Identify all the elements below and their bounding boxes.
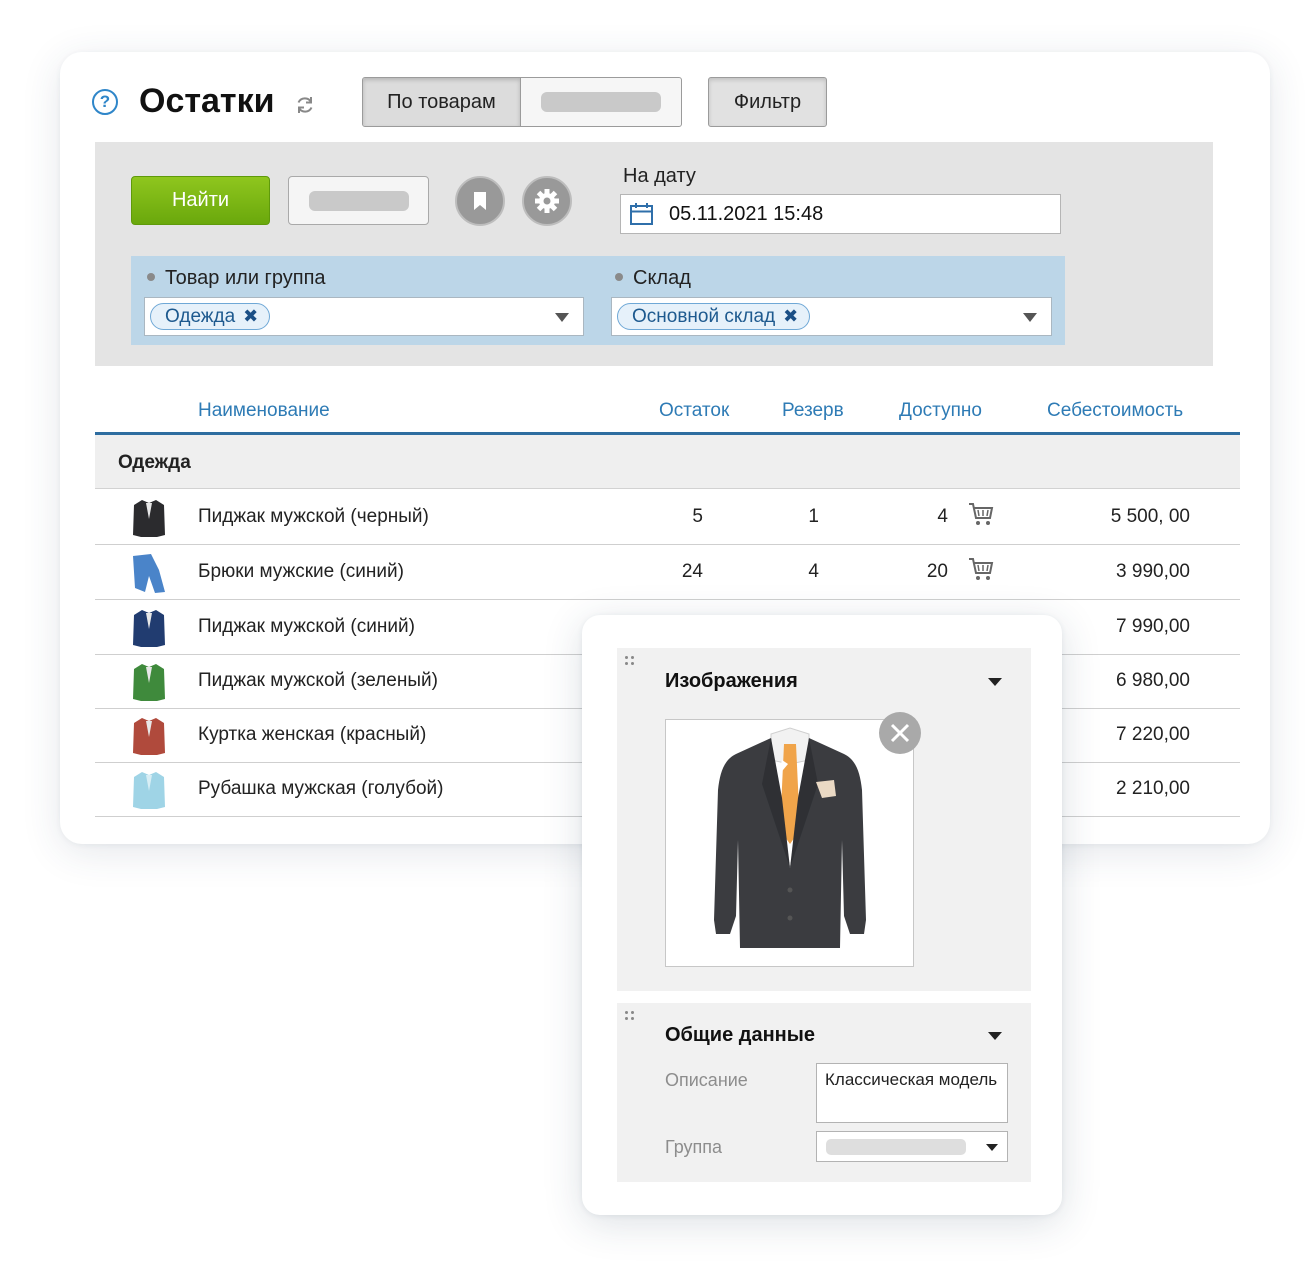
bookmark-button[interactable] (455, 176, 505, 226)
reserve-value: 4 (808, 561, 819, 582)
product-thumbnail (133, 554, 165, 593)
date-value: 05.11.2021 15:48 (669, 202, 824, 225)
stock-value: 5 (692, 506, 703, 527)
product-tag-label: Одежда (165, 305, 236, 327)
group-select[interactable] (816, 1131, 1008, 1162)
stock-value: 24 (681, 561, 703, 582)
cost-value: 5 500, 00 (1110, 506, 1190, 527)
page-title: Остатки (139, 82, 275, 120)
product-name[interactable]: Куртка женская (красный) (198, 724, 426, 746)
placeholder-bar (826, 1138, 966, 1155)
images-section: Изображения (617, 648, 1031, 991)
product-name[interactable]: Пиджак мужской (синий) (198, 616, 415, 638)
column-header-name[interactable]: Наименование (198, 400, 330, 422)
find-button[interactable]: Найти (131, 176, 270, 225)
cost-value: 3 990,00 (1116, 561, 1190, 582)
warehouse-tag: Основной склад ✖ (617, 303, 811, 330)
drag-handle-icon[interactable] (625, 1011, 635, 1021)
jacket-image (714, 727, 866, 948)
column-header-cost[interactable]: Себестоимость (1047, 400, 1183, 422)
cart-icon[interactable] (967, 555, 995, 583)
bookmark-icon (474, 192, 486, 210)
remove-tag-icon[interactable]: ✖ (783, 306, 798, 327)
secondary-button[interactable] (288, 176, 429, 225)
product-image[interactable] (665, 719, 914, 967)
product-group-select[interactable]: Одежда ✖ (144, 297, 584, 336)
table-row[interactable]: Пиджак мужской (черный) 5 1 4 5 500, 00 (95, 490, 1240, 545)
group-name: Одежда (118, 452, 191, 473)
filter-button[interactable]: Фильтр (708, 77, 827, 127)
chevron-down-icon[interactable] (555, 313, 569, 322)
group-row[interactable]: Одежда (95, 435, 1240, 489)
general-section: Общие данные Описание Классическая модел… (617, 1003, 1031, 1182)
column-header-reserve[interactable]: Резерв (782, 400, 844, 422)
product-thumbnail (133, 718, 165, 755)
gear-icon (535, 189, 559, 213)
chevron-down-icon[interactable] (986, 1144, 998, 1151)
placeholder-bar (308, 190, 409, 211)
settings-button[interactable] (522, 176, 572, 226)
cost-value: 7 220,00 (1116, 724, 1190, 745)
product-tag: Одежда ✖ (150, 303, 271, 330)
cost-value: 7 990,00 (1116, 616, 1190, 637)
description-label: Описание (665, 1070, 748, 1090)
column-header-available[interactable]: Доступно (899, 400, 982, 422)
reserve-value: 1 (808, 506, 819, 527)
placeholder-bar (541, 92, 661, 112)
table-row[interactable]: Брюки мужские (синий) 24 4 20 3 990,00 (95, 545, 1240, 600)
product-thumbnail (133, 610, 165, 647)
cost-value: 2 210,00 (1116, 778, 1190, 799)
warehouse-select[interactable]: Основной склад ✖ (611, 297, 1052, 336)
remove-image-button[interactable] (879, 712, 921, 754)
date-label: На дату (623, 165, 696, 187)
remove-tag-icon[interactable]: ✖ (243, 306, 258, 327)
close-icon (890, 723, 910, 743)
general-section-title: Общие данные (665, 1024, 815, 1046)
product-group-label: Товар или группа (147, 267, 326, 290)
product-thumbnail (133, 500, 165, 537)
group-label: Группа (665, 1137, 723, 1157)
chevron-down-icon[interactable] (1023, 313, 1037, 322)
date-field[interactable]: 05.11.2021 15:48 (620, 194, 1061, 234)
help-icon[interactable]: ? (92, 89, 118, 115)
product-thumbnail (133, 664, 165, 701)
column-header-stock[interactable]: Остаток (659, 400, 729, 422)
drag-handle-icon[interactable] (625, 656, 635, 666)
warehouse-tag-label: Основной склад (632, 305, 776, 327)
product-thumbnail (133, 772, 165, 809)
warehouse-label: Склад (615, 267, 691, 290)
view-toggle: По товарам (362, 77, 682, 127)
chevron-down-icon[interactable] (988, 1032, 1002, 1040)
available-value: 4 (937, 506, 948, 527)
cart-icon[interactable] (967, 500, 995, 528)
description-field[interactable]: Классическая модель (816, 1063, 1008, 1123)
tab-second-view[interactable] (521, 78, 681, 126)
chevron-down-icon[interactable] (988, 678, 1002, 686)
product-name[interactable]: Пиджак мужской (зеленый) (198, 670, 438, 692)
calendar-icon[interactable] (629, 202, 655, 226)
available-value: 20 (926, 561, 948, 582)
product-name[interactable]: Рубашка мужская (голубой) (198, 778, 443, 800)
images-section-title: Изображения (665, 670, 798, 692)
product-name[interactable]: Брюки мужские (синий) (198, 561, 404, 583)
tab-by-products[interactable]: По товарам (363, 78, 521, 126)
refresh-icon[interactable] (294, 94, 316, 116)
product-name[interactable]: Пиджак мужской (черный) (198, 506, 429, 528)
cost-value: 6 980,00 (1116, 670, 1190, 691)
